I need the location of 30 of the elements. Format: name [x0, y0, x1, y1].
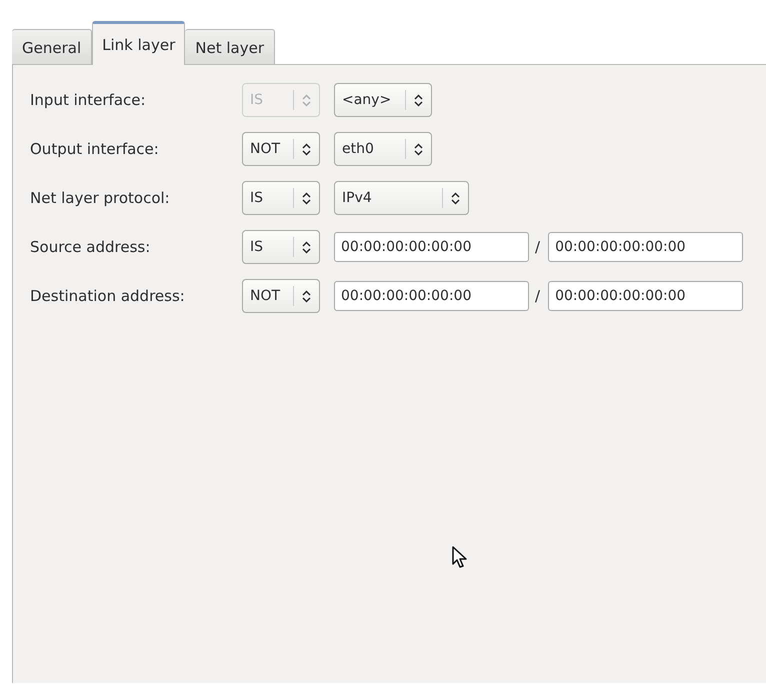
- field-label: Net layer protocol:: [30, 189, 171, 207]
- tab[interactable]: Link layer: [92, 21, 186, 65]
- mouse-pointer-icon: [452, 546, 468, 570]
- dropdown[interactable]: IS: [242, 181, 320, 215]
- field-label: Input interface:: [30, 91, 147, 109]
- field-label: Source address:: [30, 238, 152, 256]
- up-down-arrows-icon: [302, 290, 311, 302]
- up-down-arrows-icon: [302, 94, 311, 106]
- dropdown[interactable]: NOT: [242, 279, 320, 313]
- up-down-arrows-icon: [414, 142, 423, 156]
- separator: /: [535, 238, 540, 256]
- dropdown[interactable]: IS: [242, 230, 320, 264]
- mask-field[interactable]: 00:00:00:00:00:00: [548, 232, 744, 262]
- up-down-arrows-icon: [302, 142, 311, 156]
- dropdown[interactable]: NOT: [242, 132, 320, 166]
- separator: /: [535, 287, 540, 305]
- tab[interactable]: General: [12, 29, 92, 65]
- tab[interactable]: Net layer: [185, 29, 275, 65]
- mask-field[interactable]: 00:00:00:00:00:00: [548, 281, 744, 311]
- up-down-arrows-icon: [302, 192, 311, 204]
- field-label: Destination address:: [30, 287, 186, 305]
- up-down-arrows-icon: [414, 94, 423, 106]
- dropdown[interactable]: IPv4: [334, 181, 469, 215]
- up-down-arrows-icon: [302, 240, 311, 254]
- dropdown[interactable]: <any>: [334, 83, 432, 117]
- dropdown[interactable]: eth0: [334, 132, 432, 166]
- up-down-arrows-icon: [451, 192, 460, 204]
- field-label: Output interface:: [30, 140, 160, 158]
- address-field[interactable]: 00:00:00:00:00:00: [334, 232, 529, 262]
- address-field[interactable]: 00:00:00:00:00:00: [334, 281, 529, 311]
